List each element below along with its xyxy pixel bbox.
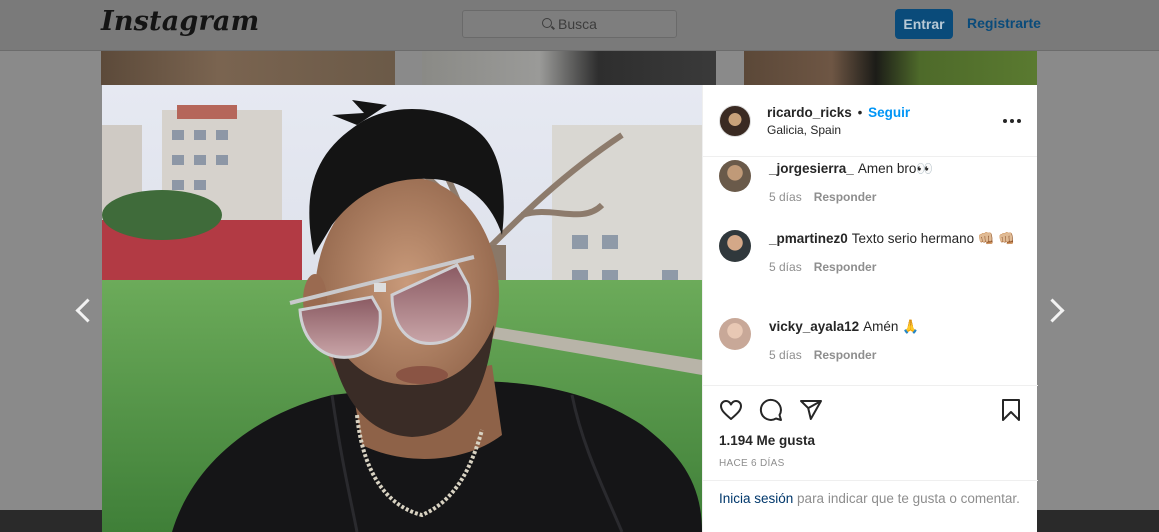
more-icon[interactable] bbox=[1003, 119, 1021, 123]
comment-time: 5 días bbox=[769, 260, 802, 274]
search-placeholder: Busca bbox=[558, 16, 597, 32]
chevron-left-icon[interactable] bbox=[74, 296, 90, 324]
search-input[interactable]: Busca bbox=[462, 10, 677, 38]
instagram-logo[interactable]: Instagram bbox=[101, 6, 259, 37]
bookmark-icon[interactable] bbox=[999, 398, 1023, 422]
post-photo[interactable] bbox=[102, 85, 702, 532]
action-icons-row bbox=[719, 398, 1023, 422]
comment-text: Texto serio hermano 👊🏼 👊🏼 bbox=[851, 231, 1016, 246]
comment-item: vicky_ayala12 Amén 🙏 5 días Responder bbox=[719, 318, 1029, 362]
comment-username[interactable]: vicky_ayala12 bbox=[769, 319, 859, 334]
search-icon bbox=[542, 18, 553, 28]
post-header: ricardo_ricks • Seguir Galicia, Spain bbox=[703, 85, 1037, 157]
background-post-thumbnail bbox=[422, 51, 716, 85]
author-info: ricardo_ricks • Seguir Galicia, Spain bbox=[767, 105, 910, 137]
comment-username[interactable]: _jorgesierra_ bbox=[769, 161, 854, 176]
author-username[interactable]: ricardo_ricks bbox=[767, 105, 852, 120]
heart-icon[interactable] bbox=[719, 398, 743, 422]
separator-dot: • bbox=[857, 104, 863, 120]
login-button[interactable]: Entrar bbox=[895, 9, 953, 39]
top-navigation-bar: Instagram Busca Entrar Registrarte bbox=[0, 0, 1159, 51]
post-actions: 1.194 Me gusta HACE 6 DÍAS bbox=[703, 385, 1038, 480]
login-prompt: Inicia sesión para indicar que te gusta … bbox=[703, 480, 1038, 508]
comments-list[interactable]: _jorgesierra_ Amen bro👀 5 días Responder _… bbox=[703, 157, 1038, 385]
reply-button[interactable]: Responder bbox=[814, 260, 877, 274]
background-post-thumbnail bbox=[744, 51, 1037, 85]
post-details-panel: ricardo_ricks • Seguir Galicia, Spain _j… bbox=[702, 85, 1038, 532]
comment-time: 5 días bbox=[769, 348, 802, 362]
login-link[interactable]: Inicia sesión bbox=[719, 491, 793, 506]
comment-item: _jorgesierra_ Amen bro👀 5 días Responder bbox=[719, 160, 1029, 204]
post-timestamp: HACE 6 DÍAS bbox=[719, 458, 785, 469]
author-avatar[interactable] bbox=[719, 104, 751, 137]
chevron-right-icon[interactable] bbox=[1046, 296, 1062, 324]
comment-text: Amén 🙏 bbox=[863, 319, 919, 334]
commenter-avatar[interactable] bbox=[719, 318, 751, 350]
comment-item: _pmartinez0 Texto serio hermano 👊🏼 👊🏼 5 d… bbox=[719, 230, 1029, 274]
register-link[interactable]: Registrarte bbox=[967, 15, 1041, 31]
likes-count[interactable]: 1.194 Me gusta bbox=[719, 433, 815, 448]
commenter-avatar[interactable] bbox=[719, 230, 751, 262]
comment-text: Amen bro👀 bbox=[857, 161, 934, 176]
comment-username[interactable]: _pmartinez0 bbox=[769, 231, 848, 246]
login-prompt-text: para indicar que te gusta o comentar. bbox=[793, 491, 1020, 506]
background-post-thumbnail bbox=[101, 51, 395, 85]
post-modal: ricardo_ricks • Seguir Galicia, Spain _j… bbox=[102, 85, 1038, 532]
comment-icon[interactable] bbox=[759, 398, 783, 422]
reply-button[interactable]: Responder bbox=[814, 348, 877, 362]
share-icon[interactable] bbox=[799, 398, 823, 422]
commenter-avatar[interactable] bbox=[719, 160, 751, 192]
comment-time: 5 días bbox=[769, 190, 802, 204]
post-location[interactable]: Galicia, Spain bbox=[767, 123, 910, 137]
reply-button[interactable]: Responder bbox=[814, 190, 877, 204]
follow-button[interactable]: Seguir bbox=[868, 105, 910, 120]
selfie-image bbox=[102, 85, 702, 532]
